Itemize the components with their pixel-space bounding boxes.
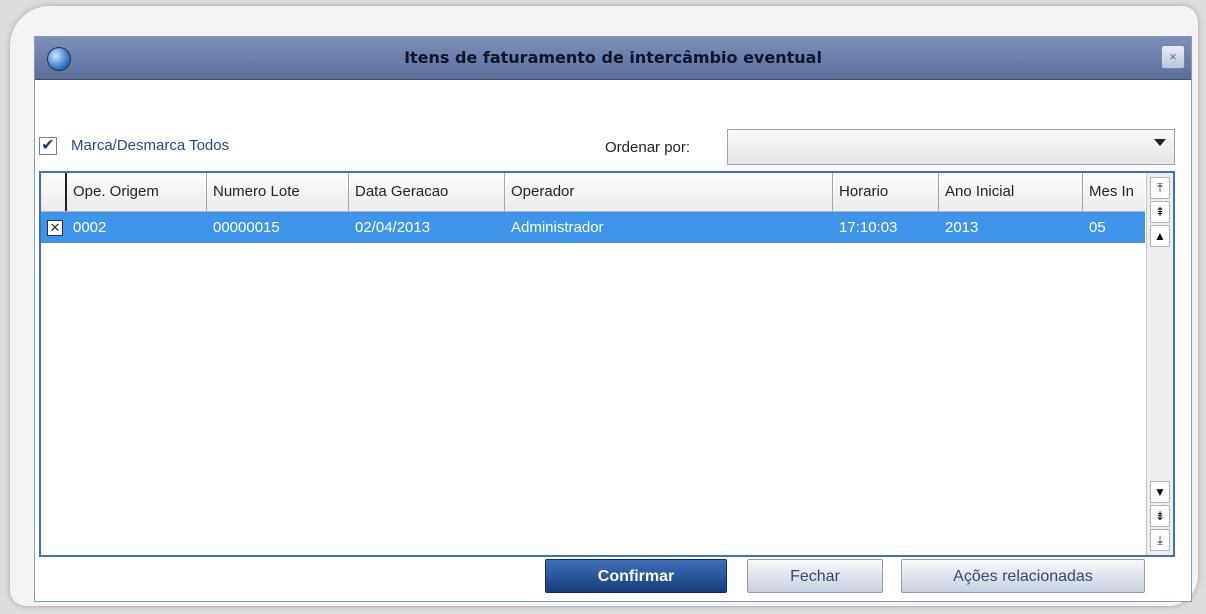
scroll-page-down-icon[interactable]: ⇟ [1150, 505, 1170, 527]
dialog-window: Itens de faturamento de intercâmbio even… [34, 36, 1192, 602]
column-header[interactable]: Ano Inicial [939, 173, 1083, 211]
column-header[interactable]: Mes In [1083, 173, 1145, 211]
table-cell: Administrador [511, 219, 604, 236]
table-row[interactable]: ✕ 0002 00000015 02/04/2013 Administrador… [41, 212, 1145, 243]
scroll-down-icon[interactable]: ▼ [1150, 481, 1170, 503]
results-grid[interactable]: Ope. Origem Numero Lote Data Geracao Ope… [39, 171, 1175, 557]
vertical-scrollbar[interactable]: ⤒ ⇞ ▲ ▼ ⇟ ⤓ [1146, 173, 1173, 555]
table-cell: 2013 [945, 219, 979, 236]
title-bar[interactable]: Itens de faturamento de intercâmbio even… [35, 37, 1191, 80]
check-all-toggle[interactable]: ✔ Marca/Desmarca Todos [39, 137, 289, 157]
scroll-top-icon[interactable]: ⤒ [1150, 177, 1170, 199]
scroll-bottom-icon[interactable]: ⤓ [1150, 529, 1170, 551]
column-header[interactable]: Operador [505, 173, 833, 211]
table-cell: 17:10:03 [839, 219, 898, 236]
table-cell: 05 [1089, 219, 1106, 236]
dialog-title: Itens de faturamento de intercâmbio even… [404, 48, 822, 67]
table-cell: 02/04/2013 [355, 219, 431, 236]
confirm-button[interactable]: Confirmar [545, 559, 727, 593]
table-cell: 00000015 [213, 219, 280, 236]
table-cell: 0002 [73, 219, 107, 236]
check-all-checkbox[interactable]: ✔ [39, 137, 57, 155]
column-header[interactable]: Horario [833, 173, 939, 211]
sort-select[interactable] [727, 129, 1175, 165]
column-header[interactable]: Data Geracao [349, 173, 505, 211]
button-bar: Confirmar Fechar Ações relacionadas [35, 555, 1191, 601]
scroll-page-up-icon[interactable]: ⇞ [1150, 201, 1170, 223]
check-all-label[interactable]: Marca/Desmarca Todos [71, 137, 229, 155]
close-dialog-button[interactable]: Fechar [747, 559, 883, 593]
grid-header: Ope. Origem Numero Lote Data Geracao Ope… [41, 173, 1145, 212]
close-button[interactable]: × [1161, 45, 1185, 69]
header-corner [41, 173, 67, 211]
related-actions-button[interactable]: Ações relacionadas [901, 559, 1145, 593]
scroll-up-icon[interactable]: ▲ [1150, 225, 1170, 247]
sort-label: Ordenar por: [605, 139, 691, 156]
column-header[interactable]: Ope. Origem [67, 173, 207, 211]
chevron-down-icon[interactable] [1154, 139, 1166, 146]
row-checkbox[interactable]: ✕ [47, 220, 63, 236]
column-header[interactable]: Numero Lote [207, 173, 349, 211]
